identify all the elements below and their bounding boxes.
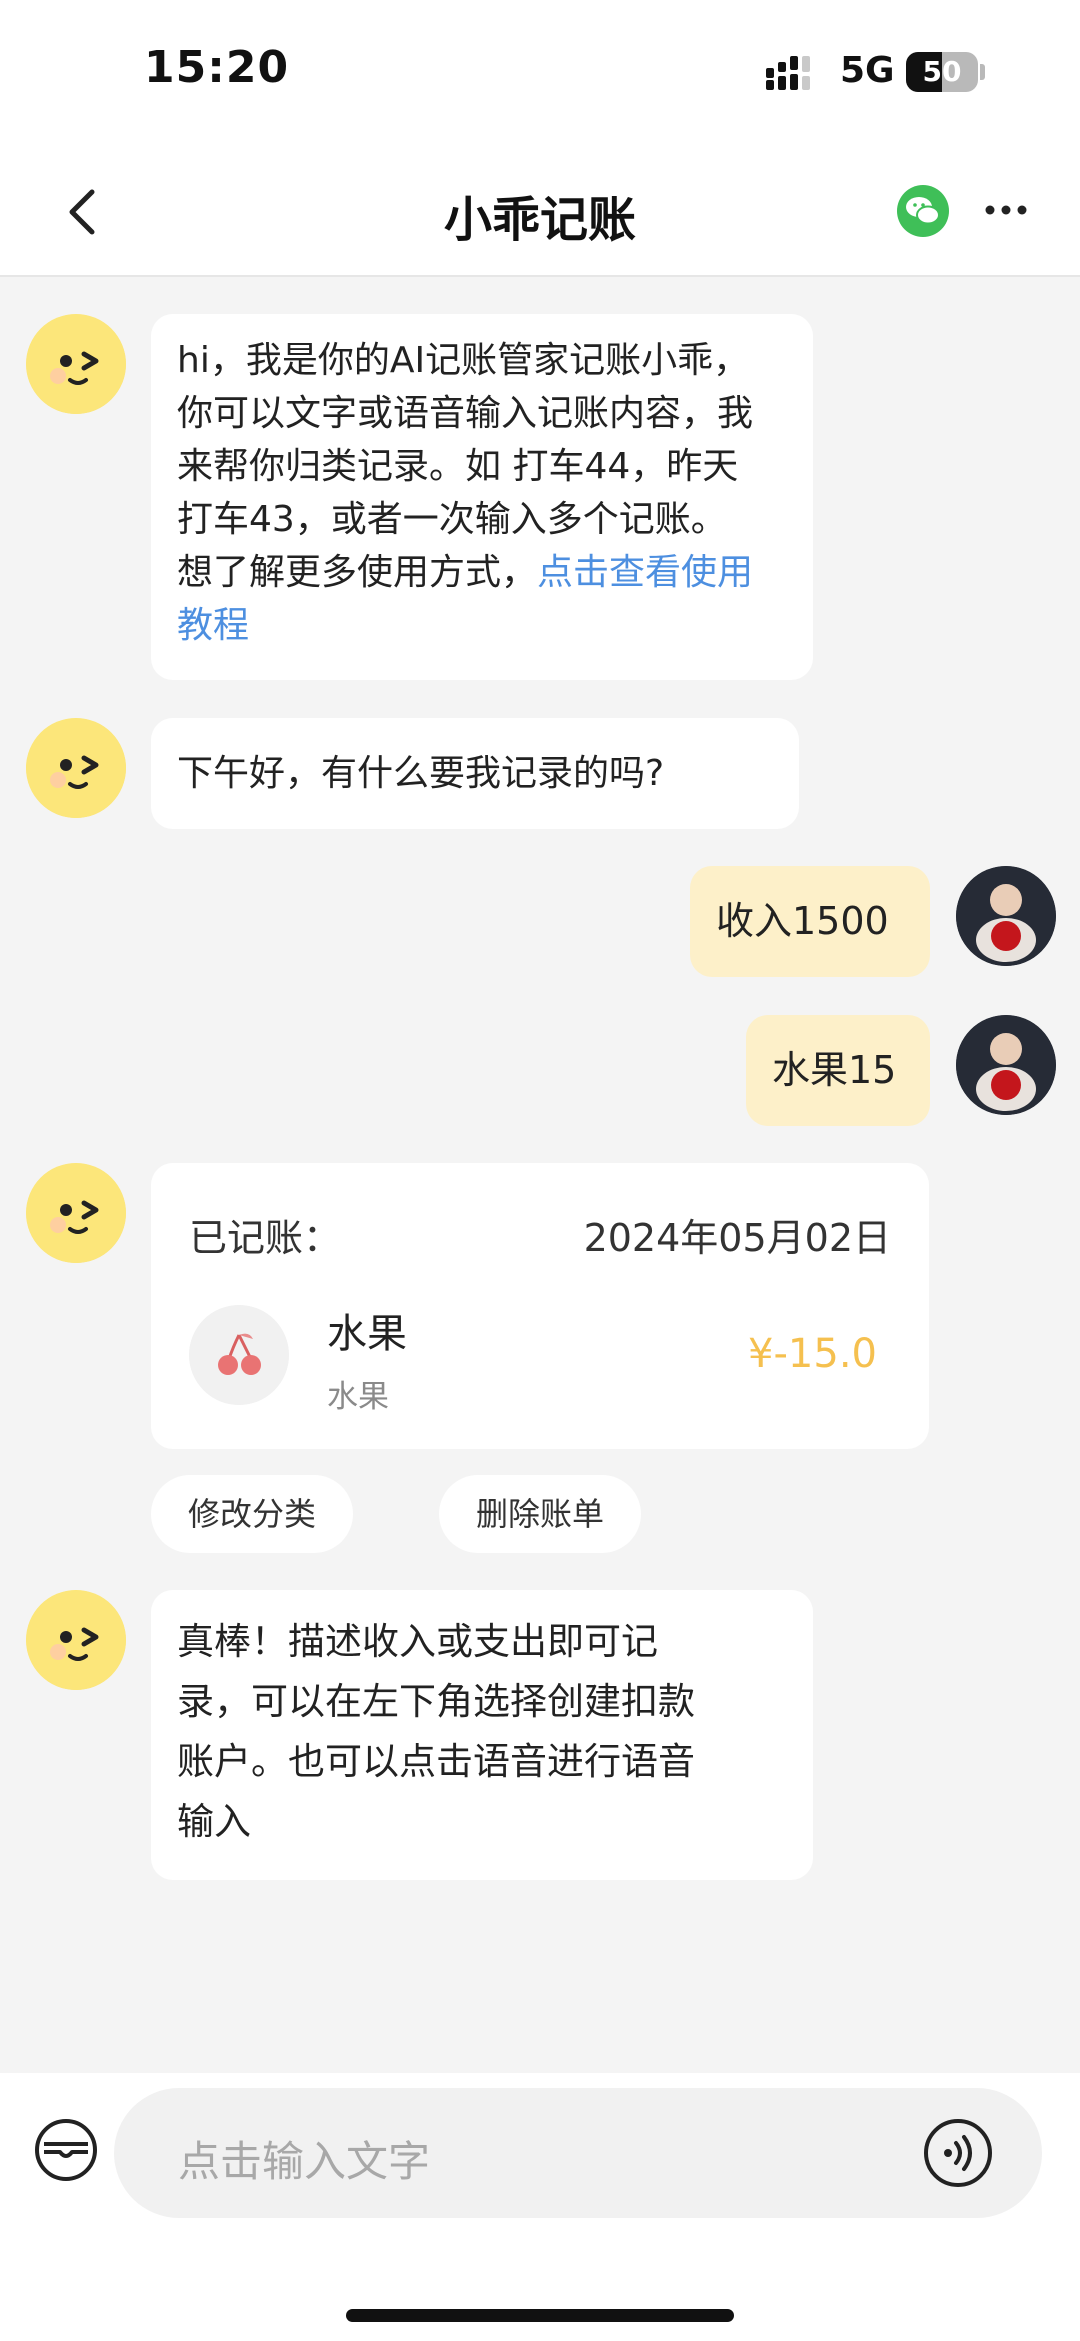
- tutorial-link-cont[interactable]: 教程: [177, 599, 787, 652]
- cherry-icon: [189, 1305, 289, 1405]
- delete-bill-button[interactable]: 删除账单: [439, 1475, 641, 1553]
- battery-icon: 50: [906, 52, 978, 92]
- intro-line-5: 想了解更多使用方式，点击查看使用: [177, 546, 787, 599]
- record-card[interactable]: 已记账： 2024年05月02日 水果 水果 ¥-15.0: [151, 1163, 929, 1449]
- nav-bar: 小乖记账: [0, 150, 1080, 277]
- record-date: 2024年05月02日: [583, 1216, 891, 1260]
- tips-line-1: 真棒！描述收入或支出即可记: [177, 1620, 658, 1663]
- input-bar: 点击输入文字: [0, 2073, 1080, 2341]
- wallet-icon[interactable]: [34, 2118, 98, 2182]
- record-amount: ¥-15.0: [748, 1331, 877, 1377]
- bot-avatar: [26, 1163, 126, 1263]
- tips-line-2: 录，可以在左下角选择创建扣款: [177, 1680, 695, 1723]
- tutorial-link[interactable]: 点击查看使用: [537, 552, 753, 593]
- intro-line-1: hi，我是你的AI记账管家记账小乖，: [177, 340, 750, 381]
- user-message-text: 水果15: [772, 1048, 897, 1092]
- network-type: 5G: [840, 50, 895, 91]
- signal-icon: [766, 56, 810, 90]
- user-avatar: [956, 1015, 1056, 1115]
- voice-input-icon[interactable]: [922, 2117, 994, 2189]
- battery-tip: [980, 64, 985, 80]
- intro-line-5-text: 想了解更多使用方式，: [177, 552, 538, 593]
- input-placeholder: 点击输入文字: [178, 2137, 431, 2186]
- edit-category-button[interactable]: 修改分类: [151, 1475, 353, 1553]
- more-options-icon[interactable]: [982, 198, 1030, 222]
- greeting-message-bubble: 下午好，有什么要我记录的吗?: [151, 718, 799, 829]
- tips-line-3: 账户。也可以点击语音进行语音: [177, 1740, 695, 1783]
- record-label: 已记账：: [189, 1216, 342, 1260]
- bot-avatar: [26, 314, 126, 414]
- record-item-category: 水果: [327, 1379, 389, 1415]
- tips-message-bubble: 真棒！描述收入或支出即可记 录，可以在左下角选择创建扣款 账户。也可以点击语音进…: [151, 1590, 813, 1880]
- user-message-bubble: 收入1500: [690, 866, 930, 977]
- status-bar: 15:20 5G 50: [0, 0, 1080, 150]
- home-indicator: [346, 2309, 734, 2322]
- tips-line-4: 输入: [177, 1800, 251, 1843]
- bot-avatar: [26, 1590, 126, 1690]
- wechat-icon[interactable]: [897, 185, 949, 237]
- record-item-title: 水果: [327, 1311, 407, 1357]
- intro-line-4: 打车43，或者一次输入多个记账。: [177, 499, 727, 540]
- bot-avatar: [26, 718, 126, 818]
- user-message-text: 收入1500: [716, 899, 889, 943]
- greeting-text: 下午好，有什么要我记录的吗?: [177, 753, 665, 794]
- intro-line-3: 来帮你归类记录。如 打车44，昨天: [177, 446, 739, 487]
- intro-message-bubble: hi，我是你的AI记账管家记账小乖， 你可以文字或语音输入记账内容，我 来帮你归…: [151, 314, 813, 680]
- user-avatar: [956, 866, 1056, 966]
- intro-line-2: 你可以文字或语音输入记账内容，我: [177, 393, 754, 434]
- message-input[interactable]: 点击输入文字: [114, 2088, 1042, 2218]
- status-time: 15:20: [144, 42, 290, 93]
- battery-level: 50: [922, 55, 962, 88]
- user-message-bubble: 水果15: [746, 1015, 930, 1126]
